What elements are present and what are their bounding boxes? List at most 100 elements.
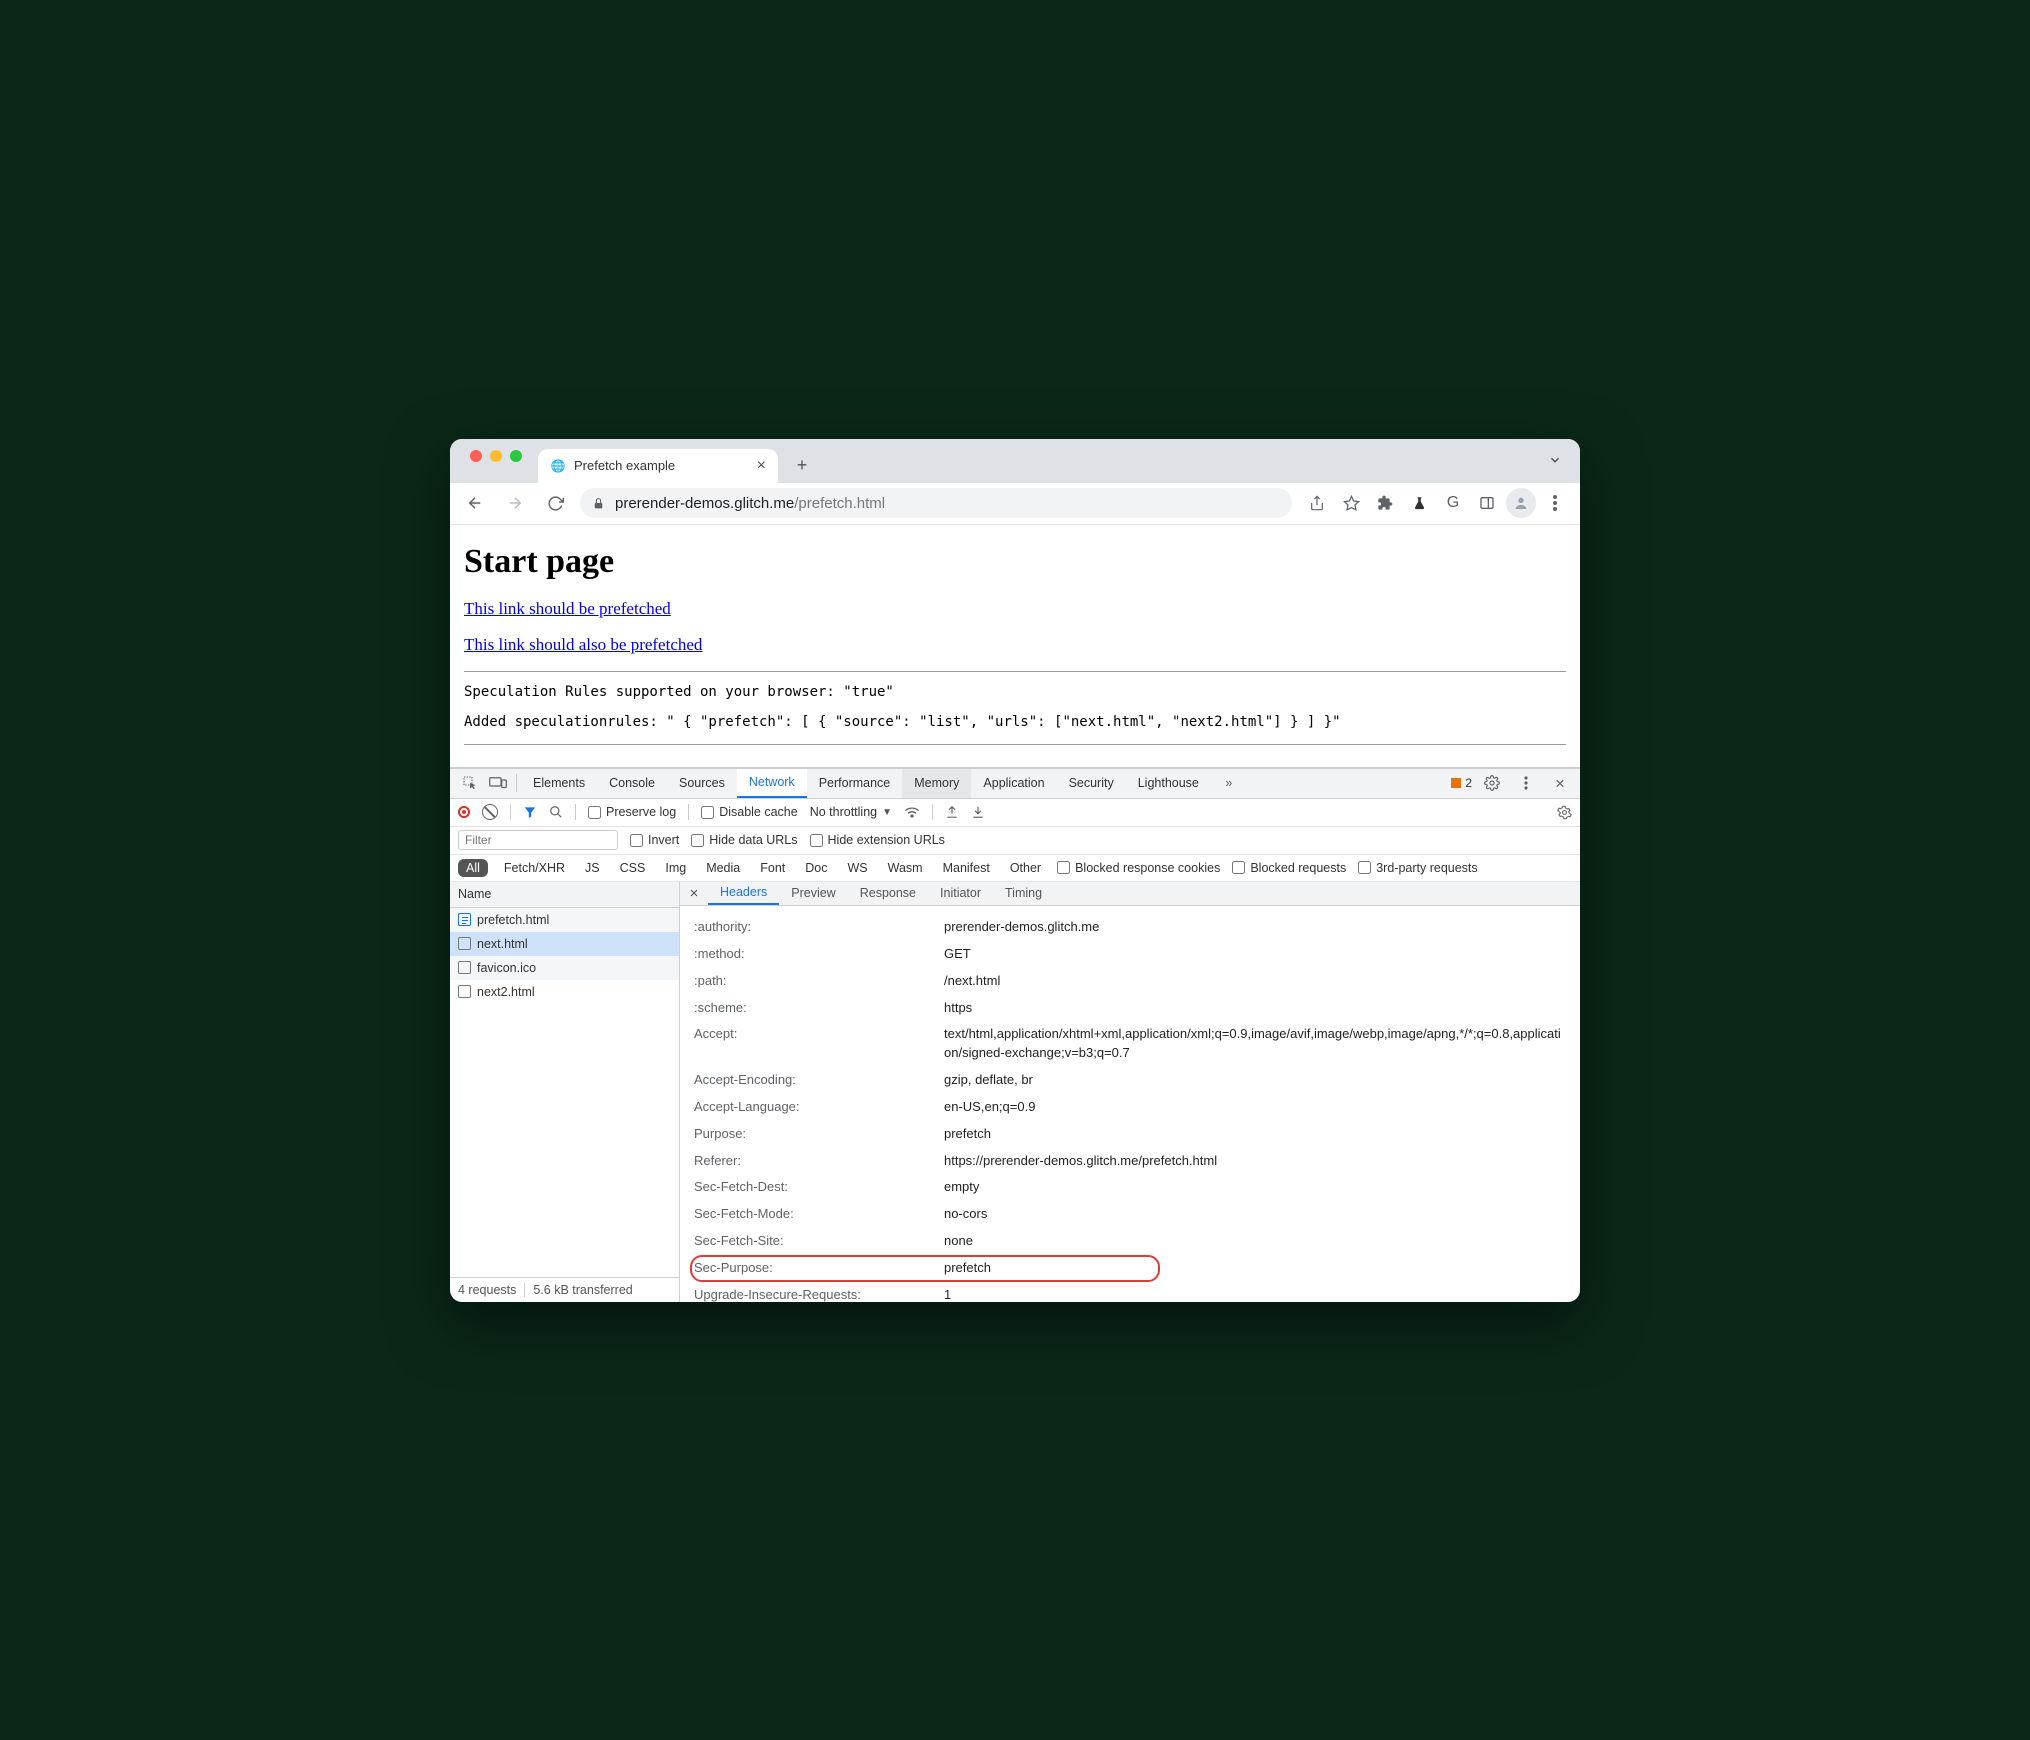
- hide-extension-urls-checkbox[interactable]: Hide extension URLs: [810, 833, 945, 847]
- window-controls: [462, 439, 530, 483]
- header-key: Accept-Language:: [694, 1098, 944, 1117]
- type-filter-manifest[interactable]: Manifest: [939, 859, 994, 877]
- name-column-header[interactable]: Name: [450, 882, 679, 908]
- new-tab-button[interactable]: +: [788, 452, 816, 480]
- header-key: Purpose:: [694, 1125, 944, 1144]
- devtools-tab-memory[interactable]: Memory: [902, 769, 971, 798]
- filter-icon[interactable]: [523, 805, 537, 819]
- header-value: en-US,en;q=0.9: [944, 1098, 1035, 1117]
- invert-checkbox[interactable]: Invert: [630, 833, 679, 847]
- close-tab-icon[interactable]: ×: [757, 457, 766, 475]
- close-window-button[interactable]: [470, 450, 482, 462]
- browser-tab[interactable]: 🌐 Prefetch example ×: [538, 449, 778, 483]
- type-filter-font[interactable]: Font: [756, 859, 789, 877]
- type-filter-all[interactable]: All: [458, 859, 488, 877]
- type-filter-fetch-xhr[interactable]: Fetch/XHR: [500, 859, 569, 877]
- type-filter-doc[interactable]: Doc: [801, 859, 831, 877]
- clear-button[interactable]: [482, 804, 498, 820]
- network-grid: Name prefetch.html next.html favicon.icone…: [450, 882, 1580, 1302]
- upload-icon[interactable]: [945, 805, 959, 819]
- devtools-tab-elements[interactable]: Elements: [521, 769, 597, 798]
- header-value: prefetch: [944, 1259, 991, 1278]
- filter-blocked-response-cookies[interactable]: Blocked response cookies: [1057, 861, 1220, 875]
- profile-icon[interactable]: [1506, 488, 1536, 518]
- more-tabs-icon[interactable]: »: [1215, 776, 1243, 790]
- detail-tab-headers[interactable]: Headers: [708, 882, 779, 906]
- header-row: Sec-Purpose:prefetch: [680, 1255, 1580, 1282]
- extensions-icon[interactable]: [1370, 488, 1400, 518]
- devtools-tab-performance[interactable]: Performance: [807, 769, 903, 798]
- devtools-menu-icon[interactable]: [1512, 776, 1540, 790]
- request-row[interactable]: favicon.ico: [450, 956, 679, 980]
- file-name: prefetch.html: [477, 913, 549, 927]
- header-value: /next.html: [944, 972, 1000, 991]
- file-name: next.html: [477, 937, 528, 951]
- devtools-tab-console[interactable]: Console: [597, 769, 667, 798]
- minimize-window-button[interactable]: [490, 450, 502, 462]
- g-icon[interactable]: G: [1438, 488, 1468, 518]
- devtools-tab-sources[interactable]: Sources: [667, 769, 737, 798]
- type-filter-media[interactable]: Media: [702, 859, 744, 877]
- request-row[interactable]: next2.html: [450, 980, 679, 1004]
- type-filter-ws[interactable]: WS: [843, 859, 871, 877]
- url-text: prerender-demos.glitch.me/prefetch.html: [615, 495, 885, 512]
- devtools-tab-lighthouse[interactable]: Lighthouse: [1126, 769, 1211, 798]
- detail-tab-response[interactable]: Response: [848, 882, 928, 906]
- share-icon[interactable]: [1302, 488, 1332, 518]
- detail-tab-timing[interactable]: Timing: [993, 882, 1054, 906]
- kebab-menu-icon[interactable]: [1540, 488, 1570, 518]
- header-value: GET: [944, 945, 971, 964]
- header-value: gzip, deflate, br: [944, 1071, 1033, 1090]
- filter-blocked-requests[interactable]: Blocked requests: [1232, 861, 1346, 875]
- close-detail-icon[interactable]: ×: [680, 885, 708, 902]
- search-icon[interactable]: [549, 805, 563, 819]
- detail-tab-preview[interactable]: Preview: [779, 882, 847, 906]
- address-bar[interactable]: prerender-demos.glitch.me/prefetch.html: [580, 488, 1292, 518]
- forward-button[interactable]: [500, 488, 530, 518]
- header-key: Sec-Fetch-Dest:: [694, 1178, 944, 1197]
- filter-input[interactable]: [458, 830, 618, 850]
- download-icon[interactable]: [971, 805, 985, 819]
- separator: [575, 804, 576, 820]
- disable-cache-checkbox[interactable]: Disable cache: [701, 805, 798, 819]
- back-button[interactable]: [460, 488, 490, 518]
- wifi-icon[interactable]: [904, 805, 920, 819]
- type-filter-wasm[interactable]: Wasm: [884, 859, 927, 877]
- type-filter-js[interactable]: JS: [581, 859, 604, 877]
- request-count: 4 requests: [458, 1283, 525, 1297]
- inspect-icon[interactable]: [456, 775, 484, 791]
- star-icon[interactable]: [1336, 488, 1366, 518]
- type-filter-img[interactable]: Img: [661, 859, 690, 877]
- request-row[interactable]: next.html: [450, 932, 679, 956]
- sidepanel-icon[interactable]: [1472, 488, 1502, 518]
- filter-3rd-party-requests[interactable]: 3rd-party requests: [1358, 861, 1477, 875]
- reload-button[interactable]: [540, 488, 570, 518]
- preserve-log-checkbox[interactable]: Preserve log: [588, 805, 676, 819]
- prefetch-link-2[interactable]: This link should also be prefetched: [464, 635, 1566, 655]
- prefetch-link-1[interactable]: This link should be prefetched: [464, 599, 1566, 619]
- header-key: Accept:: [694, 1025, 944, 1063]
- request-row[interactable]: prefetch.html: [450, 908, 679, 932]
- detail-tabs: × HeadersPreviewResponseInitiatorTiming: [680, 882, 1580, 907]
- header-row: :method:GET: [680, 941, 1580, 968]
- header-row: Referer:https://prerender-demos.glitch.m…: [680, 1148, 1580, 1175]
- detail-tab-initiator[interactable]: Initiator: [928, 882, 993, 906]
- maximize-window-button[interactable]: [510, 450, 522, 462]
- devtools-tab-application[interactable]: Application: [971, 769, 1056, 798]
- filter-row: Invert Hide data URLs Hide extension URL…: [450, 827, 1580, 855]
- network-footer: 4 requests 5.6 kB transferred: [450, 1277, 679, 1302]
- devtools-tab-network[interactable]: Network: [737, 769, 807, 798]
- hide-data-urls-checkbox[interactable]: Hide data URLs: [691, 833, 797, 847]
- throttling-select[interactable]: No throttling▼: [810, 805, 892, 819]
- labs-icon[interactable]: [1404, 488, 1434, 518]
- settings-icon[interactable]: [1478, 775, 1506, 791]
- type-filter-other[interactable]: Other: [1006, 859, 1045, 877]
- tabs-menu-icon[interactable]: [1548, 453, 1562, 467]
- warnings-badge[interactable]: 2: [1451, 776, 1472, 790]
- record-button[interactable]: [458, 806, 470, 818]
- type-filter-css[interactable]: CSS: [616, 859, 650, 877]
- devtools-tab-security[interactable]: Security: [1057, 769, 1126, 798]
- network-settings-icon[interactable]: [1557, 805, 1572, 820]
- devtools-close-icon[interactable]: ✕: [1546, 776, 1574, 791]
- device-icon[interactable]: [484, 776, 512, 790]
